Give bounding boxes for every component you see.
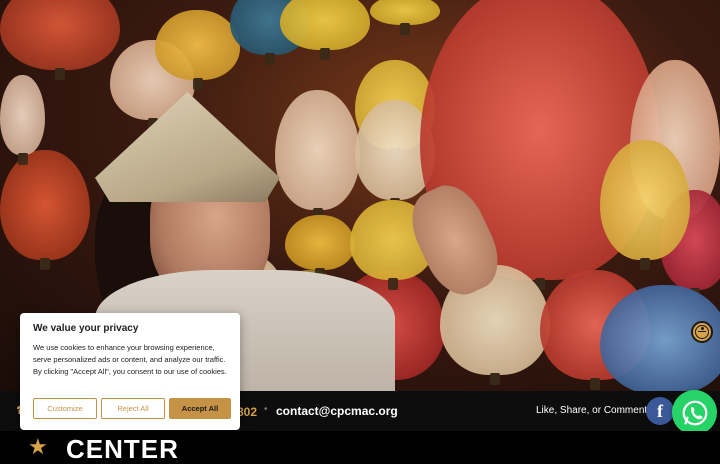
accessibility-button[interactable] <box>691 321 713 343</box>
lantern-decoration <box>155 10 240 90</box>
cookie-consent-banner: We value your privacy We use cookies to … <box>20 313 240 430</box>
lantern-decoration <box>0 75 45 165</box>
lantern-decoration <box>600 140 690 270</box>
lantern-decoration <box>285 215 355 280</box>
lantern-decoration <box>0 150 90 270</box>
lantern-decoration <box>0 0 120 80</box>
customize-button[interactable]: Customize <box>33 398 97 419</box>
star-icon: ★ <box>28 434 48 459</box>
lantern-decoration <box>275 90 360 220</box>
cookie-body: We use cookies to enhance your browsing … <box>33 343 227 376</box>
cookie-title: We value your privacy <box>33 323 139 334</box>
whatsapp-icon <box>682 400 707 425</box>
facebook-button[interactable]: f <box>646 397 674 425</box>
site-logo-text[interactable]: CENTER <box>66 436 179 462</box>
accessibility-icon <box>695 325 709 339</box>
accept-all-button[interactable]: Accept All <box>169 398 231 419</box>
reject-all-button[interactable]: Reject All <box>101 398 165 419</box>
lantern-decoration <box>280 0 370 60</box>
whatsapp-button[interactable] <box>672 390 717 435</box>
phone-number[interactable]: 802 <box>237 405 257 419</box>
facebook-icon: f <box>657 401 663 421</box>
email-link[interactable]: contact@cpcmac.org <box>276 404 398 418</box>
separator-dot: • <box>264 404 268 415</box>
cookie-buttons: Customize Reject All Accept All <box>33 398 231 419</box>
social-prompt: Like, Share, or Comment <box>536 405 648 416</box>
lantern-decoration <box>370 0 440 35</box>
